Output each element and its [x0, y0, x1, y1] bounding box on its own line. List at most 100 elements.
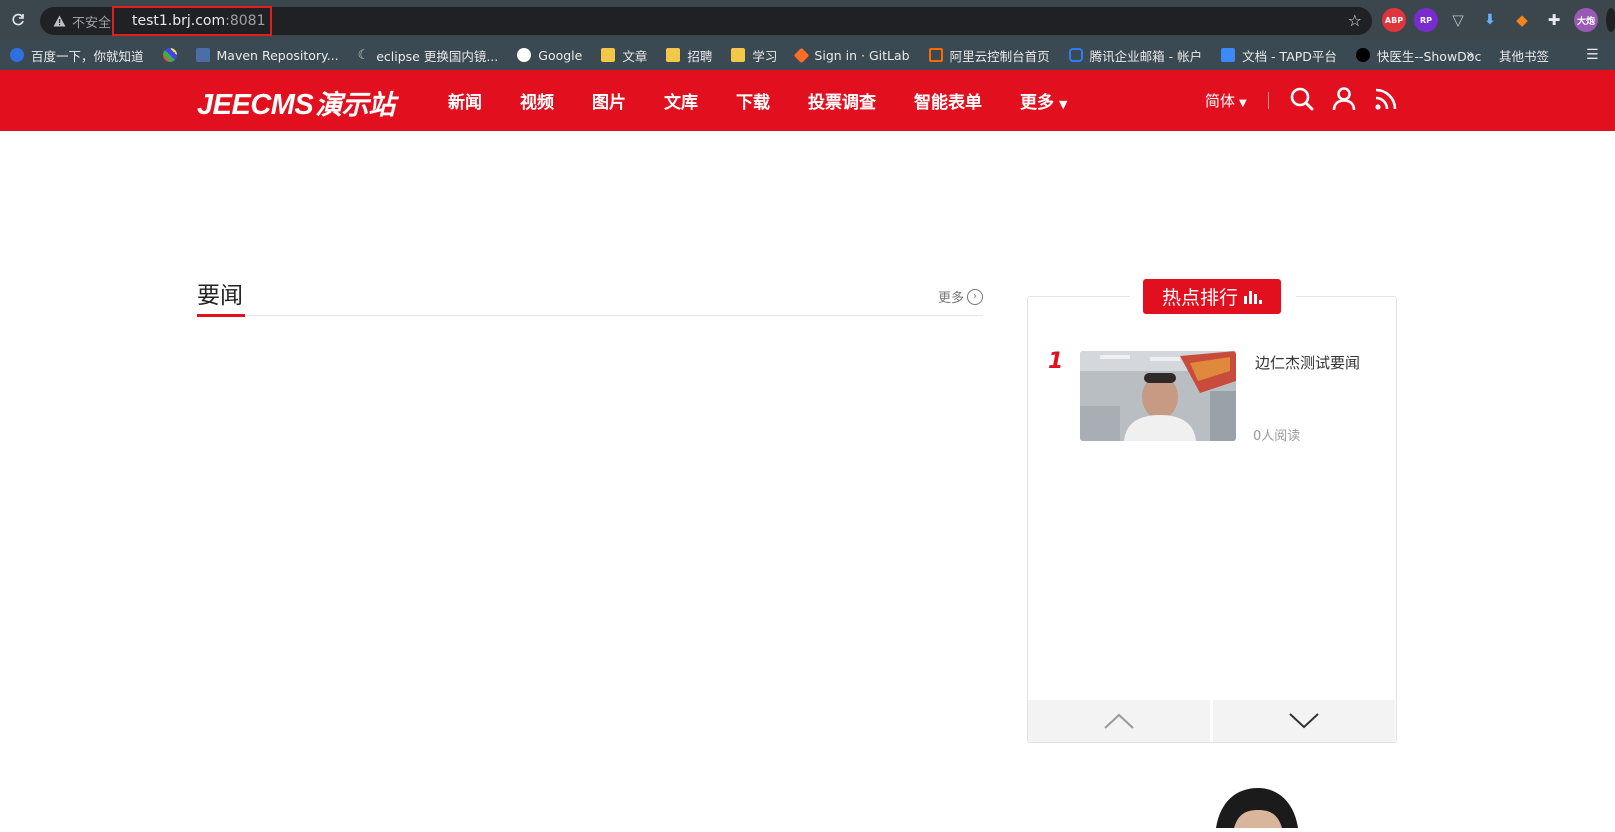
hot-article-reads: 0人阅读 [1253, 429, 1301, 444]
bookmark-item[interactable]: 文档 - TAPD平台 [1221, 46, 1337, 65]
download-extension-icon[interactable]: ⬇ [1478, 8, 1502, 32]
tencent-icon [1068, 48, 1083, 62]
bookmark-label: 腾讯企业邮箱 - 帐户 [1089, 48, 1203, 64]
folder-icon [601, 48, 616, 62]
reload-icon[interactable] [0, 0, 36, 40]
rp-extension-icon[interactable]: RP [1414, 8, 1438, 32]
bookmark-label: 招聘 [687, 48, 713, 64]
scroll-up-button[interactable] [1028, 700, 1210, 742]
insecure-label: 不安全 [72, 15, 112, 31]
bookmark-item[interactable]: 招聘 [666, 46, 712, 65]
main-nav: 新闻 视频 图片 文库 下载 投票调查 智能表单 更多 ▼ [448, 70, 1105, 131]
baidu-icon [10, 48, 24, 62]
bookmark-label: 学习 [752, 48, 778, 64]
partial-portrait-image [1214, 788, 1299, 828]
chevron-down-icon: ▼ [1059, 98, 1068, 111]
reading-list-icon[interactable]: ☰ [1586, 47, 1599, 63]
maven-icon [195, 48, 210, 62]
hot-title-text: 热点排行 [1161, 287, 1238, 309]
adblock-extension-icon[interactable]: ABP [1382, 8, 1406, 32]
user-glyph [1332, 87, 1356, 111]
address-bar[interactable]: 不安全 test1.brj.com:8081 ☆ [40, 6, 1372, 36]
logo-cn: 演示站 [315, 90, 395, 120]
bookmark-item[interactable]: 文章 [601, 46, 647, 65]
site-header: JEECMS演示站 新闻 视频 图片 文库 下载 投票调查 智能表单 更多 ▼ 简… [0, 70, 1615, 131]
profile-avatar[interactable]: 大炮 [1574, 8, 1598, 32]
header-divider [1268, 92, 1269, 109]
bookmark-star-icon[interactable]: ☆ [1348, 11, 1362, 30]
warning-icon [52, 14, 66, 28]
warning-glyph [53, 15, 65, 27]
colorful-icon [162, 48, 177, 62]
nav-item-news[interactable]: 新闻 [448, 88, 482, 113]
bookmark-item[interactable]: Google [517, 48, 582, 63]
rss-glyph [1375, 88, 1397, 110]
menu-more-icon[interactable] [1606, 8, 1615, 32]
bookmark-label: Maven Repository... [216, 47, 339, 63]
bookmarks-bar: 百度一下，你就知道 Maven Repository... ☾ eclipse 更… [0, 40, 1615, 70]
bookmark-item[interactable]: 阿里云控制台首页 [928, 46, 1050, 65]
nav-item-smart-form[interactable]: 智能表单 [914, 88, 982, 113]
other-bookmarks[interactable]: 其他书签 [1493, 46, 1549, 65]
eclipse-icon: ☾ [357, 48, 370, 63]
user-icon[interactable] [1331, 86, 1357, 112]
url-port[interactable]: :8081 [225, 13, 265, 29]
bookmark-item[interactable]: ☾ eclipse 更换国内镜... [358, 46, 499, 65]
nav-item-vote[interactable]: 投票调查 [808, 88, 876, 113]
news-section-title: 要闻 [197, 283, 243, 309]
showdoc-icon [1355, 48, 1370, 62]
tapd-icon [1221, 48, 1236, 62]
rank-number: 1 [1048, 349, 1064, 374]
bookmark-item[interactable]: 学习 [731, 46, 777, 65]
nav-item-more[interactable]: 更多 ▼ [1020, 88, 1067, 113]
google-icon [517, 48, 532, 62]
nav-item-video[interactable]: 视频 [520, 88, 554, 113]
bookmark-item[interactable]: Sign in · GitLab [794, 47, 910, 63]
bookmark-label: eclipse 更换国内镜... [376, 48, 499, 64]
article-thumbnail[interactable] [1080, 351, 1236, 441]
logo-en: JEECMS [197, 89, 314, 121]
portrait-photo [1216, 788, 1298, 828]
bookmark-label: 文章 [622, 48, 648, 64]
bookmark-item[interactable]: 腾讯企业邮箱 - 帐户 [1068, 46, 1203, 65]
chevron-down-icon [1289, 713, 1319, 729]
bookmark-label: 文档 - TAPD平台 [1242, 48, 1337, 64]
scroll-down-button[interactable] [1213, 700, 1395, 742]
title-underline [197, 314, 245, 317]
site-logo[interactable]: JEECMS演示站 [197, 83, 395, 122]
hot-article-title[interactable]: 边仁杰测试要闻 [1255, 352, 1360, 373]
extensions-area: ABP RP ▽ ⬇ ◆ ✚ 大炮 [1382, 7, 1615, 33]
aliyun-icon [928, 48, 943, 62]
chevron-right-circle-icon: › [967, 288, 983, 305]
bookmark-label: 百度一下，你就知道 [31, 48, 144, 64]
nav-item-library[interactable]: 文库 [664, 88, 698, 113]
folder-icon [731, 48, 746, 62]
gitlab-icon [794, 47, 810, 63]
bookmark-label: 阿里云控制台首页 [949, 48, 1050, 64]
search-icon[interactable] [1289, 86, 1315, 112]
chevron-up-icon [1104, 713, 1134, 729]
rss-icon[interactable] [1373, 86, 1399, 112]
bookmark-item[interactable]: 百度一下，你就知道 [10, 46, 144, 65]
bookmark-item[interactable]: Maven Repository... [195, 47, 339, 63]
thumbnail-photo [1080, 351, 1236, 441]
bookmarks-overflow-chevron-icon[interactable]: » [1466, 47, 1475, 63]
metamask-fox-icon[interactable]: ◆ [1510, 8, 1534, 32]
language-selector[interactable]: 简体 ▼ [1205, 90, 1247, 111]
bookmark-item[interactable] [162, 48, 177, 62]
bookmark-item[interactable]: 快医生--ShowDoc [1355, 46, 1481, 65]
bar-chart-icon [1244, 290, 1262, 304]
nav-item-download[interactable]: 下载 [736, 88, 770, 113]
extensions-puzzle-icon[interactable]: ✚ [1542, 8, 1566, 32]
vue-devtools-icon[interactable]: ▽ [1446, 8, 1470, 32]
news-more-link[interactable]: 更多 › [938, 287, 983, 306]
reload-glyph [12, 13, 24, 26]
folder-icon [666, 48, 681, 62]
nav-more-label: 更多 [1020, 93, 1054, 113]
nav-item-pictures[interactable]: 图片 [592, 88, 626, 113]
language-label: 简体 [1205, 92, 1236, 110]
url-host[interactable]: test1.brj.com [132, 13, 225, 29]
bookmark-label: Google [538, 47, 583, 63]
chevron-down-icon: ▼ [1239, 98, 1247, 109]
search-glyph [1290, 87, 1314, 111]
